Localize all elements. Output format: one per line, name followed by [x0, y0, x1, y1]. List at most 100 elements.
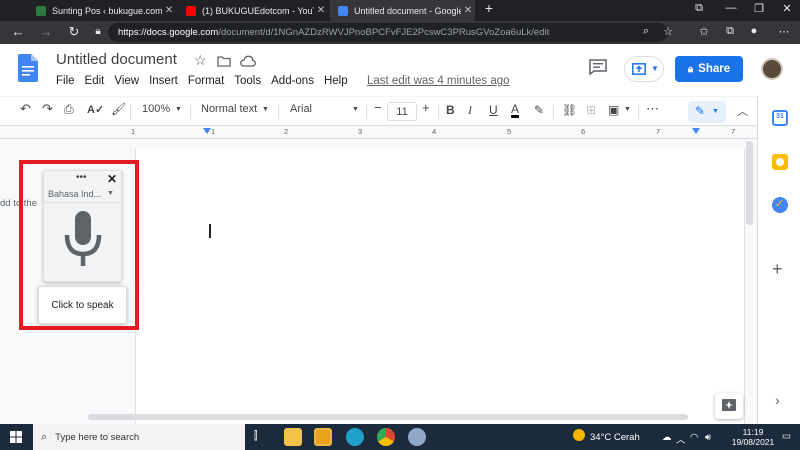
decrease-font-size-button[interactable]: −: [374, 100, 382, 115]
volume-icon[interactable]: 🔊︎: [705, 432, 711, 443]
menu-view[interactable]: View: [114, 75, 139, 87]
zoom-icon[interactable]: ⌕: [638, 25, 654, 38]
task-view-icon[interactable]: ⫿: [254, 430, 258, 443]
move-folder-icon[interactable]: [217, 55, 231, 67]
redo-icon[interactable]: ↷: [42, 101, 53, 117]
collapse-menus-icon[interactable]: ︿: [737, 103, 748, 119]
browser-menu-icon[interactable]: ⋯: [776, 25, 792, 38]
favorite-star-icon[interactable]: ☆: [660, 25, 676, 38]
bold-button[interactable]: B: [446, 103, 455, 117]
file-explorer-icon[interactable]: [284, 428, 302, 446]
insert-image-icon[interactable]: ▣: [608, 103, 619, 117]
collections-icon[interactable]: ⧉: [722, 25, 738, 38]
zoom-select[interactable]: 100%: [142, 103, 170, 115]
docs-logo-icon[interactable]: [18, 54, 38, 82]
search-placeholder: Type here to search: [55, 431, 140, 443]
onedrive-cloud-icon[interactable]: ☁︎: [662, 432, 672, 443]
print-icon[interactable]: ⎙: [64, 102, 74, 117]
ruler[interactable]: 1 1 2 3 4 5 6 7 7: [0, 126, 757, 139]
insert-link-icon[interactable]: ⛓︎: [562, 103, 577, 117]
star-icon[interactable]: ☆: [194, 52, 207, 69]
menu-tools[interactable]: Tools: [234, 75, 261, 87]
document-title[interactable]: Untitled document: [56, 51, 177, 68]
browser-tab-youtube[interactable]: (1) BUKUGUEdotcom - YouTube ✕: [178, 0, 328, 21]
editing-mode-button[interactable]: ✎ ▼: [688, 101, 726, 123]
explore-icon: [722, 399, 736, 411]
close-tab-icon[interactable]: ✕: [162, 5, 176, 16]
windows-start-icon[interactable]: [10, 431, 22, 443]
comment-history-icon[interactable]: [589, 59, 607, 75]
spellcheck-icon[interactable]: A✓: [87, 103, 104, 116]
insert-comment-icon[interactable]: ⊞: [586, 103, 596, 117]
pencil-icon: ✎: [695, 104, 706, 118]
present-button[interactable]: ▼: [624, 56, 664, 82]
last-edit-link[interactable]: Last edit was 4 minutes ago: [367, 75, 510, 87]
back-arrow-icon[interactable]: ←: [10, 24, 26, 39]
profile-icon[interactable]: ●: [746, 25, 762, 37]
font-size-input[interactable]: 11: [387, 102, 417, 121]
url-path: /document/d/1NGnAZDzRWVJPnoBPCFvFJE2Pcsw…: [218, 27, 550, 38]
system-clock[interactable]: 11:19 19/08/2021: [729, 427, 777, 447]
menu-insert[interactable]: Insert: [149, 75, 178, 87]
browser-tab-bukugue[interactable]: Sunting Pos ‹ bukugue.com — W ✕: [28, 0, 176, 21]
sticky-notes-icon[interactable]: [314, 428, 332, 446]
tasks-icon[interactable]: ✓: [772, 197, 788, 213]
menu-addons[interactable]: Add-ons: [271, 75, 314, 87]
address-bar[interactable]: https://docs.google.com/document/d/1NGnA…: [108, 23, 668, 42]
collapse-side-panel-icon[interactable]: ›: [775, 392, 780, 408]
close-tab-icon[interactable]: ✕: [461, 5, 475, 16]
keep-icon[interactable]: [772, 154, 788, 170]
horizontal-scrollbar[interactable]: [88, 414, 688, 420]
more-tools-button[interactable]: ⋯: [646, 101, 659, 117]
forward-arrow-icon[interactable]: →: [38, 24, 54, 39]
browser-tab-strip: Sunting Pos ‹ bukugue.com — W ✕ (1) BUKU…: [0, 0, 800, 21]
browser-tab-docs[interactable]: Untitled document - Google Do ✕: [330, 0, 475, 21]
wifi-icon[interactable]: ◠: [690, 432, 698, 443]
style-chevron-icon[interactable]: ▼: [262, 106, 269, 113]
weather-sun-icon[interactable]: [573, 429, 585, 441]
new-tab-button[interactable]: +: [480, 0, 498, 16]
increase-font-size-button[interactable]: +: [422, 100, 430, 115]
weather-text[interactable]: 34°C Cerah: [590, 432, 640, 443]
paint-format-icon[interactable]: 🖌︎: [111, 102, 126, 116]
close-window-button[interactable]: ✕: [778, 2, 796, 15]
font-select[interactable]: Arial: [290, 103, 312, 115]
maximize-button[interactable]: ❐: [750, 2, 768, 15]
minimize-button[interactable]: —: [722, 2, 740, 14]
favorites-bar-icon[interactable]: ✩: [696, 25, 712, 38]
undo-icon[interactable]: ↶: [20, 101, 31, 117]
image-chevron-icon[interactable]: ▼: [624, 106, 631, 113]
snipping-tool-icon[interactable]: [408, 428, 426, 446]
show-hidden-icons-chevron-icon[interactable]: ︿: [676, 432, 686, 446]
explore-button[interactable]: [715, 393, 743, 419]
menu-edit[interactable]: Edit: [85, 75, 105, 87]
zoom-chevron-icon[interactable]: ▼: [175, 106, 182, 113]
text-color-button[interactable]: A: [511, 103, 520, 118]
highlight-color-icon[interactable]: ✎: [534, 103, 544, 117]
cloud-status-icon[interactable]: [240, 55, 256, 67]
close-tab-icon[interactable]: ✕: [314, 5, 328, 16]
vertical-scrollbar[interactable]: [746, 141, 753, 225]
user-avatar[interactable]: [761, 58, 783, 80]
underline-button[interactable]: U: [489, 103, 498, 117]
menu-help[interactable]: Help: [324, 75, 348, 87]
paragraph-style-select[interactable]: Normal text: [201, 103, 257, 115]
taskbar-search-box[interactable]: ⌕ Type here to search: [33, 424, 245, 450]
calendar-icon[interactable]: 31: [772, 110, 788, 126]
menu-file[interactable]: File: [56, 75, 75, 87]
reload-icon[interactable]: ↻: [66, 24, 82, 40]
lock-icon[interactable]: 🔒︎: [90, 26, 106, 37]
notifications-icon[interactable]: ▭: [782, 431, 791, 442]
tasks-check-icon: ✓: [775, 198, 785, 210]
edge-browser-icon[interactable]: [346, 428, 364, 446]
chrome-browser-icon[interactable]: [377, 428, 395, 446]
tab-search-icon[interactable]: ⧉: [690, 2, 708, 15]
menu-format[interactable]: Format: [188, 75, 224, 87]
font-chevron-icon[interactable]: ▼: [352, 106, 359, 113]
document-page[interactable]: [135, 149, 745, 424]
share-button[interactable]: 🔒︎ Share: [675, 56, 743, 82]
right-indent-marker[interactable]: [692, 128, 700, 134]
left-indent-marker[interactable]: [203, 128, 211, 134]
italic-button[interactable]: I: [468, 103, 472, 118]
add-on-plus-icon[interactable]: +: [772, 259, 783, 280]
